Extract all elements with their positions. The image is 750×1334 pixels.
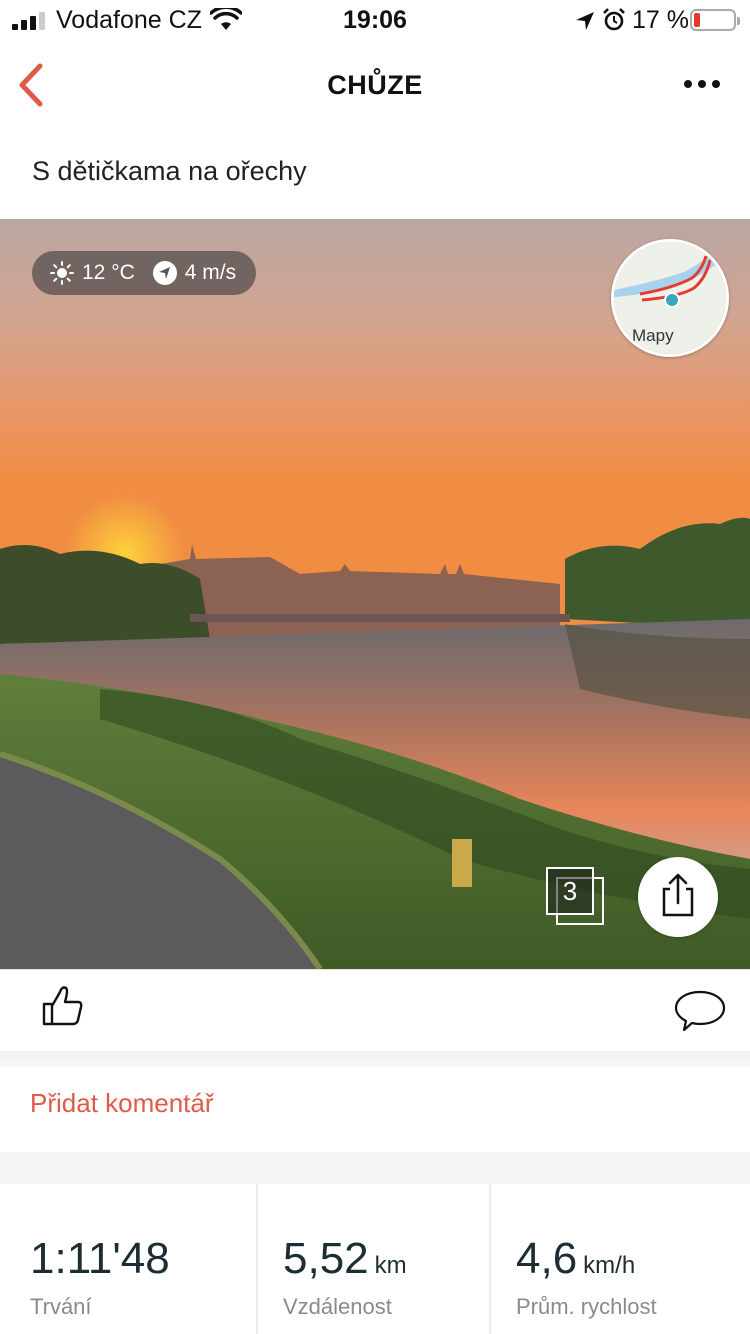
stat-value: 5,52 km xyxy=(283,1234,407,1284)
photo-count-value: 3 xyxy=(546,867,594,915)
map-provider-label: Mapy xyxy=(632,326,674,345)
stat-value: 1:11'48 xyxy=(30,1234,176,1284)
wind-direction-icon xyxy=(152,261,177,285)
share-icon xyxy=(662,873,694,917)
status-bar: Vodafone CZ 19:06 17 % xyxy=(0,0,750,40)
activity-photo[interactable]: 12 °C 4 m/s Mapy 3 xyxy=(0,219,750,969)
route-map-thumbnail[interactable]: Mapy xyxy=(611,239,729,357)
more-options-button[interactable] xyxy=(680,76,724,92)
alarm-icon xyxy=(603,8,625,31)
photo-count-badge[interactable]: 3 xyxy=(546,867,606,927)
location-arrow-icon xyxy=(576,12,594,30)
stat-avg-speed: 4,6 km/h Prům. rychlost xyxy=(492,1184,750,1334)
battery-percentage: 17 % xyxy=(632,6,689,34)
sun-icon xyxy=(50,261,74,285)
stat-number: 1:11'48 xyxy=(30,1234,170,1283)
temperature: 12 °C xyxy=(82,261,135,284)
social-actions xyxy=(0,969,750,1051)
stat-label: Prům. rychlost xyxy=(516,1294,657,1319)
stat-duration: 1:11'48 Trvání xyxy=(0,1184,258,1334)
wind-speed: 4 m/s xyxy=(184,261,237,284)
stat-label: Vzdálenost xyxy=(283,1294,392,1319)
page-title: CHŮZE xyxy=(327,70,423,100)
battery-level xyxy=(694,13,700,27)
stat-value: 4,6 km/h xyxy=(516,1234,635,1284)
stat-unit: km/h xyxy=(583,1252,636,1279)
divider xyxy=(0,1051,750,1067)
thumbs-up-icon[interactable] xyxy=(40,982,86,1028)
speech-bubble-icon[interactable] xyxy=(674,988,726,1032)
navigation-bar: CHŮZE xyxy=(0,40,750,130)
weather-info: 12 °C 4 m/s xyxy=(32,251,257,295)
activity-stats: 1:11'48 Trvání 5,52 km Vzdálenost 4,6 km/h… xyxy=(0,1184,750,1334)
battery-icon xyxy=(690,9,740,31)
stat-distance: 5,52 km Vzdálenost xyxy=(259,1184,491,1334)
share-button[interactable] xyxy=(638,857,718,937)
section-separator xyxy=(0,1152,750,1184)
stat-number: 5,52 xyxy=(283,1234,369,1283)
stat-unit: km xyxy=(374,1252,407,1279)
add-comment-button[interactable]: Přidat komentář xyxy=(30,1088,214,1119)
stat-number: 4,6 xyxy=(516,1234,578,1283)
activity-title: S dětičkama na ořechy xyxy=(32,156,307,186)
stat-label: Trvání xyxy=(30,1294,92,1319)
